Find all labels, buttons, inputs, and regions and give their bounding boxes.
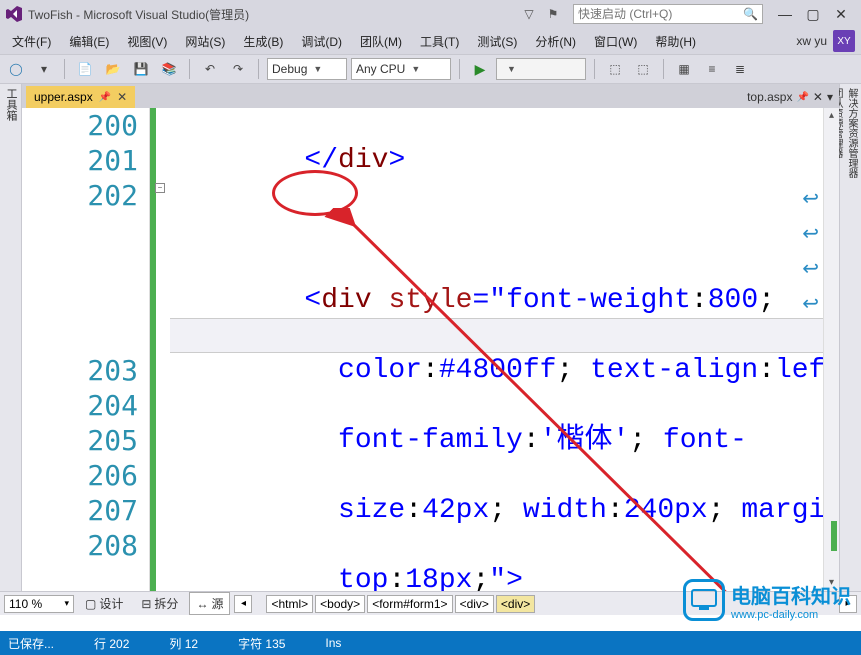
right-tool-tabs[interactable]: 解决方案资源管理器 团队资源管理器 属性: [839, 84, 861, 591]
statusbar: 已保存... 行 202 列 12 字符 135 Ins: [0, 631, 861, 655]
toolbar-btn-3[interactable]: ▦: [672, 58, 696, 80]
menu-build[interactable]: 生成(B): [237, 31, 289, 52]
status-line: 行 202: [94, 635, 129, 652]
redo-icon[interactable]: ↷: [226, 58, 250, 80]
config-dropdown[interactable]: Debug▼: [267, 58, 347, 80]
menu-tools[interactable]: 工具(T): [414, 31, 465, 52]
tab-label: upper.aspx: [34, 90, 93, 104]
feedback-icon[interactable]: ⚑: [543, 4, 563, 24]
platform-dropdown[interactable]: Any CPU▼: [351, 58, 451, 80]
tab-label: top.aspx: [747, 90, 792, 104]
menu-debug[interactable]: 调试(D): [295, 31, 348, 52]
scroll-marker: [831, 521, 837, 551]
menu-file[interactable]: 文件(F): [6, 31, 57, 52]
menu-website[interactable]: 网站(S): [179, 31, 231, 52]
fold-toggle[interactable]: −: [155, 183, 165, 193]
change-indicator: [150, 108, 156, 591]
close-tab-icon[interactable]: ✕: [117, 90, 127, 104]
status-col: 列 12: [169, 635, 198, 652]
scroll-down-icon[interactable]: ▾: [824, 575, 839, 591]
tab-upper-aspx[interactable]: upper.aspx 📌 ✕: [26, 86, 135, 108]
path-body[interactable]: <body>: [315, 595, 365, 613]
pin-icon[interactable]: 📌: [99, 92, 111, 103]
vertical-scrollbar[interactable]: ▴ ▾: [823, 108, 839, 591]
start-debug-button[interactable]: ▶: [468, 58, 492, 80]
close-button[interactable]: ✕: [827, 4, 855, 24]
element-path: <html> <body> <form#form1> <div> <div>: [266, 595, 535, 613]
tab-top-aspx[interactable]: top.aspx 📌 ✕ ▾: [741, 86, 839, 108]
close-tab-icon[interactable]: ✕: [813, 90, 823, 104]
solution-explorer-tab[interactable]: 解决方案资源管理器: [844, 88, 859, 577]
avatar[interactable]: XY: [833, 30, 855, 52]
status-saved: 已保存...: [8, 635, 54, 652]
menubar: 文件(F) 编辑(E) 视图(V) 网站(S) 生成(B) 调试(D) 团队(M…: [0, 28, 861, 54]
search-icon: 🔍: [743, 7, 758, 21]
source-view-button[interactable]: ↔源: [189, 592, 230, 615]
design-view-button[interactable]: ▢设计: [78, 592, 130, 615]
back-button[interactable]: ◯: [4, 58, 28, 80]
pin-icon[interactable]: 📌: [796, 92, 808, 103]
quick-launch[interactable]: 🔍: [573, 4, 763, 24]
titlebar: TwoFish - Microsoft Visual Studio(管理员) ▽…: [0, 0, 861, 28]
quick-launch-input[interactable]: [578, 7, 743, 21]
new-project-icon[interactable]: 📄: [73, 58, 97, 80]
path-form[interactable]: <form#form1>: [367, 595, 452, 613]
path-prev-button[interactable]: ◂: [234, 595, 252, 613]
undo-icon[interactable]: ↶: [198, 58, 222, 80]
toolbar-btn-4[interactable]: ≡: [700, 58, 724, 80]
open-icon[interactable]: 📂: [101, 58, 125, 80]
notification-icon[interactable]: ▽: [519, 4, 539, 24]
toolbar: ◯ ▾ 📄 📂 💾 📚 ↶ ↷ Debug▼ Any CPU▼ ▶ ▼ ⬚ ⬚ …: [0, 54, 861, 84]
path-div[interactable]: <div>: [455, 595, 494, 613]
vs-logo-icon: [6, 6, 22, 22]
browser-dropdown[interactable]: ▼: [496, 58, 586, 80]
menu-edit[interactable]: 编辑(E): [63, 31, 115, 52]
toolbox-tab[interactable]: 工具箱: [0, 84, 22, 591]
maximize-button[interactable]: ▢: [799, 4, 827, 24]
zoom-dropdown[interactable]: 110 %▾: [4, 595, 74, 613]
status-ins: Ins: [325, 636, 341, 650]
save-icon[interactable]: 💾: [129, 58, 153, 80]
menu-test[interactable]: 测试(S): [471, 31, 523, 52]
split-view-button[interactable]: ⊟拆分: [134, 592, 185, 615]
code-content[interactable]: </div> <div style="font-weight:800; colo…: [170, 108, 823, 591]
code-editor[interactable]: 200 201 202 203 204 205 206 207 208 − </…: [22, 108, 839, 591]
scroll-up-icon[interactable]: ▴: [824, 108, 839, 124]
editor-bottom-bar: 110 %▾ ▢设计 ⊟拆分 ↔源 ◂ <html> <body> <form#…: [0, 591, 861, 615]
minimize-button[interactable]: —: [771, 4, 799, 24]
path-html[interactable]: <html>: [266, 595, 313, 613]
toolbar-btn-2[interactable]: ⬚: [631, 58, 655, 80]
menu-analyze[interactable]: 分析(N): [529, 31, 582, 52]
menu-help[interactable]: 帮助(H): [649, 31, 702, 52]
document-tabs: upper.aspx 📌 ✕ top.aspx 📌 ✕ ▾: [22, 84, 839, 108]
window-title: TwoFish - Microsoft Visual Studio(管理员): [28, 6, 249, 23]
wrap-indicator-icon: ↩: [802, 186, 819, 211]
status-char: 字符 135: [238, 635, 285, 652]
wrap-indicator-icon: ↩: [802, 291, 819, 316]
menu-window[interactable]: 窗口(W): [588, 31, 643, 52]
user-name[interactable]: xw yu: [796, 34, 827, 48]
wrap-indicator-icon: ↩: [802, 256, 819, 281]
save-all-icon[interactable]: 📚: [157, 58, 181, 80]
tab-dropdown-icon[interactable]: ▾: [827, 90, 833, 104]
path-div-current[interactable]: <div>: [496, 595, 535, 613]
line-numbers: 200 201 202 203 204 205 206 207 208: [22, 108, 148, 563]
toolbar-btn-1[interactable]: ⬚: [603, 58, 627, 80]
forward-button[interactable]: ▾: [32, 58, 56, 80]
menu-view[interactable]: 视图(V): [121, 31, 173, 52]
wrap-indicator-icon: ↩: [802, 221, 819, 246]
menu-team[interactable]: 团队(M): [354, 31, 408, 52]
path-next-button[interactable]: ▸: [839, 595, 857, 613]
toolbar-btn-5[interactable]: ≣: [728, 58, 752, 80]
